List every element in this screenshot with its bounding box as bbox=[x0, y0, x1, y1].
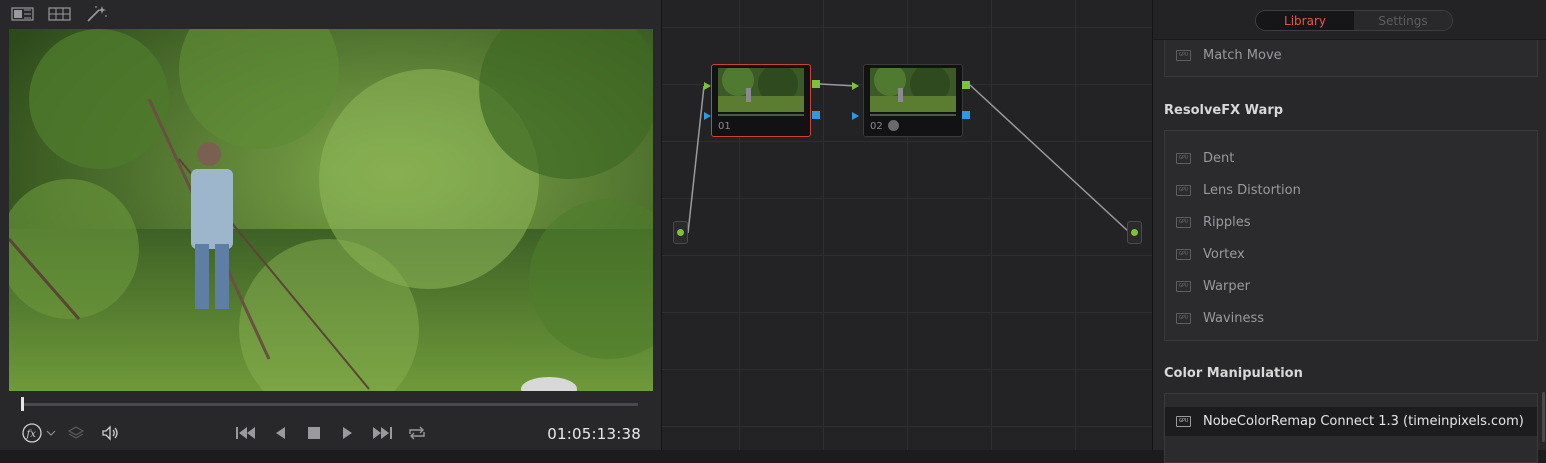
fx-item-label: Vortex bbox=[1203, 246, 1245, 262]
output-port-dot bbox=[1131, 229, 1138, 236]
fx-item-label: Waviness bbox=[1203, 310, 1265, 326]
node-02-thumbnail bbox=[870, 68, 956, 112]
node-01-rgb-input[interactable] bbox=[704, 82, 711, 90]
speaker-icon[interactable] bbox=[99, 422, 121, 444]
node-01[interactable]: 01 bbox=[711, 64, 811, 137]
chevron-down-icon[interactable] bbox=[45, 422, 57, 444]
fx-item-waviness[interactable]: GPU Waviness bbox=[1165, 304, 1537, 332]
fx-icon[interactable]: fx bbox=[21, 422, 43, 444]
effects-group-box: GPU Match Move bbox=[1164, 36, 1538, 77]
fx-item-vortex[interactable]: GPU Vortex bbox=[1165, 240, 1537, 268]
effects-group-box: GPU NobeColorRemap Connect 1.3 (timeinpi… bbox=[1164, 393, 1538, 463]
node-graph[interactable]: 01 02 bbox=[661, 0, 1152, 450]
node-02-key-input[interactable] bbox=[852, 112, 859, 120]
gpu-badge-icon: GPU bbox=[1176, 216, 1191, 228]
connection-node-01-to-node-02 bbox=[819, 83, 857, 87]
tab-library[interactable]: Library bbox=[1256, 11, 1354, 30]
fx-item-label: Match Move bbox=[1203, 47, 1282, 63]
node-02-rgb-input[interactable] bbox=[852, 82, 859, 90]
gpu-badge-icon: GPU bbox=[1176, 248, 1191, 260]
timeline-scrubber[interactable] bbox=[21, 397, 638, 411]
fx-item-nobecolorremap[interactable]: GPU NobeColorRemap Connect 1.3 (timeinpi… bbox=[1165, 407, 1537, 436]
gpu-badge-icon: GPU bbox=[1176, 416, 1191, 427]
play-icon[interactable] bbox=[338, 422, 358, 444]
connection-node-02-to-output bbox=[969, 84, 1130, 233]
gpu-badge-icon: GPU bbox=[1176, 152, 1191, 164]
node-02-bar bbox=[870, 114, 956, 116]
openfx-library-panel: Library Settings GPU Match Move ResolveF… bbox=[1152, 0, 1546, 463]
stop-icon[interactable] bbox=[304, 422, 324, 444]
video-preview[interactable] bbox=[9, 29, 653, 391]
fx-item-dent[interactable]: GPU Dent bbox=[1165, 144, 1537, 172]
node-01-rgb-output[interactable] bbox=[812, 80, 820, 88]
fx-item-lens-distortion[interactable]: GPU Lens Distortion bbox=[1165, 176, 1537, 204]
section-title-resolvefx-warp: ResolveFX Warp bbox=[1164, 103, 1284, 118]
skip-to-start-icon[interactable] bbox=[234, 422, 258, 444]
fx-item-match-move[interactable]: GPU Match Move bbox=[1165, 41, 1537, 69]
timecode: 01:05:13:38 bbox=[547, 425, 641, 443]
gpu-badge-icon: GPU bbox=[1176, 312, 1191, 324]
library-list: GPU Match Move ResolveFX Warp GPU Dent G… bbox=[1153, 36, 1546, 463]
single-viewer-icon[interactable] bbox=[11, 5, 35, 23]
node-01-key-input[interactable] bbox=[704, 112, 711, 120]
node-01-label: 01 bbox=[718, 121, 731, 132]
node-02-rgb-output[interactable] bbox=[962, 81, 970, 89]
effects-group-box: GPU Dent GPU Lens Distortion GPU Ripples… bbox=[1164, 130, 1538, 341]
viewer-panel: fx 01:05:13:38 bbox=[0, 0, 661, 450]
playhead[interactable] bbox=[21, 397, 24, 411]
library-header: Library Settings bbox=[1153, 0, 1546, 40]
grid-viewer-icon[interactable] bbox=[48, 5, 72, 23]
gpu-badge-icon: GPU bbox=[1176, 184, 1191, 196]
layers-icon[interactable] bbox=[66, 422, 86, 444]
fx-item-label: NobeColorRemap Connect 1.3 (timeinpixels… bbox=[1203, 414, 1524, 429]
connection-input-to-node-01 bbox=[687, 85, 705, 234]
transport-bar: fx 01:05:13:38 bbox=[0, 418, 661, 448]
node-01-key-output[interactable] bbox=[812, 111, 820, 119]
node-01-thumbnail bbox=[718, 68, 804, 112]
library-scrollbar[interactable] bbox=[1542, 392, 1545, 442]
svg-text:fx: fx bbox=[26, 429, 37, 440]
skip-to-end-icon[interactable] bbox=[370, 422, 394, 444]
node-fx-badge-icon bbox=[888, 120, 899, 131]
gpu-badge-icon: GPU bbox=[1176, 280, 1191, 292]
node-02-key-output[interactable] bbox=[962, 111, 970, 119]
node-02[interactable]: 02 bbox=[863, 64, 963, 137]
section-title-color-manipulation: Color Manipulation bbox=[1164, 366, 1303, 381]
node-02-label: 02 bbox=[870, 121, 883, 132]
fx-item-label: Lens Distortion bbox=[1203, 182, 1301, 198]
fx-item-label: Ripples bbox=[1203, 214, 1251, 230]
fx-item-warper[interactable]: GPU Warper bbox=[1165, 272, 1537, 300]
tab-settings[interactable]: Settings bbox=[1354, 11, 1452, 30]
gpu-badge-icon: GPU bbox=[1176, 49, 1191, 61]
output-node[interactable] bbox=[1127, 221, 1142, 244]
fx-item-label: Warper bbox=[1203, 278, 1250, 294]
magic-wand-icon[interactable] bbox=[85, 5, 109, 23]
fx-item-ripples[interactable]: GPU Ripples bbox=[1165, 208, 1537, 236]
library-tab-switcher: Library Settings bbox=[1255, 10, 1453, 31]
play-reverse-icon[interactable] bbox=[270, 422, 290, 444]
loop-icon[interactable] bbox=[405, 422, 429, 444]
viewer-toolbar bbox=[0, 0, 661, 28]
node-01-bar bbox=[718, 114, 804, 116]
fx-item-label: Dent bbox=[1203, 150, 1235, 166]
input-port-dot bbox=[677, 229, 684, 236]
source-input-node[interactable] bbox=[673, 221, 688, 244]
